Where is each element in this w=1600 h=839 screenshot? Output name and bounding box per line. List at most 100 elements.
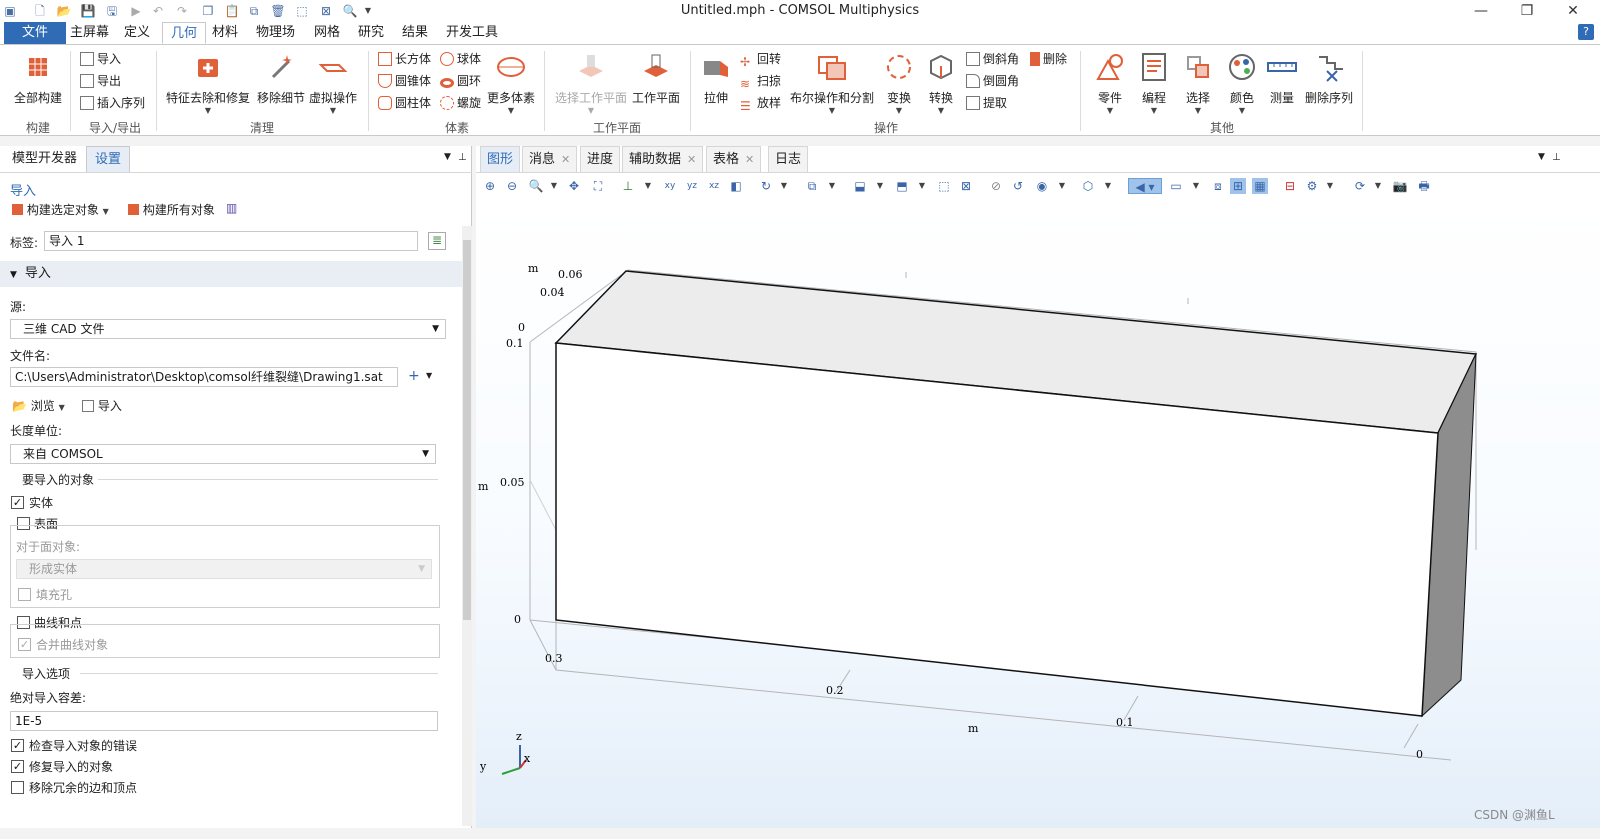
reset-hiding-icon[interactable]: ↺ — [1010, 178, 1026, 194]
form-solids-select[interactable]: 形成实体 ▼ — [16, 559, 432, 579]
browse-button[interactable]: 📂 浏览 ▼ — [12, 397, 65, 414]
add-file-dropdown-icon[interactable]: ▼ — [426, 371, 432, 380]
axis-orientation-icon[interactable]: ⊥ — [620, 178, 636, 194]
wireframe-icon[interactable]: ⬡ — [1080, 178, 1096, 194]
orientation-dropdown-icon[interactable]: ▼ — [640, 178, 656, 194]
measure-button[interactable]: 测量 — [1264, 51, 1300, 106]
tab-study[interactable]: 研究 — [350, 22, 392, 44]
zoom-box-icon[interactable]: 🔍 — [528, 178, 544, 194]
graphics-tab[interactable]: 日志 — [768, 146, 809, 172]
tab-materials[interactable]: 材料 — [204, 22, 246, 44]
more-primitives-button[interactable]: 更多体素 ▼ — [486, 51, 536, 115]
tab-model-builder[interactable]: 模型开发器 — [4, 146, 85, 172]
extract-button[interactable]: 提取 — [966, 93, 1007, 113]
defeaturing-button[interactable]: 特征去除和修复 ▼ — [164, 51, 252, 115]
abs-tolerance-input[interactable]: 1E-5 — [10, 711, 438, 731]
conversions-button[interactable]: 转换 ▼ — [922, 51, 960, 115]
view-3d-icon[interactable]: ◧ — [728, 178, 744, 194]
import-file-button[interactable]: 导入 — [82, 397, 122, 414]
tab-mesh[interactable]: 网格 — [306, 22, 348, 44]
select-dropdown-icon[interactable]: ▼ — [872, 178, 888, 194]
close-tab-icon[interactable]: ✕ — [687, 153, 696, 166]
cylinder-button[interactable]: 圆柱体 — [378, 93, 431, 113]
zoom-out-icon[interactable]: ⊖ — [504, 178, 520, 194]
clear-highlight-icon[interactable]: ⊟ — [1282, 178, 1298, 194]
programming-button[interactable]: 编程 ▼ — [1134, 51, 1174, 115]
transparency-dropdown-icon[interactable]: ▼ — [1188, 178, 1204, 194]
delete-entities-button[interactable]: 删除 — [1030, 49, 1067, 69]
sweep-button[interactable]: ≋ 扫掠 — [740, 71, 781, 91]
scrollbar-thumb[interactable] — [463, 240, 471, 620]
filename-input[interactable]: C:\Users\Administrator\Desktop\comsol纤维裂… — [10, 367, 398, 387]
graphics-tab[interactable]: 消息 ✕ — [522, 146, 578, 172]
tab-physics[interactable]: 物理场 — [248, 22, 303, 44]
graphics-tab[interactable]: 辅助数据 ✕ — [622, 146, 704, 172]
zoom-in-icon[interactable]: ⊕ — [482, 178, 498, 194]
visibility-icon[interactable]: ◉ — [1034, 178, 1050, 194]
section-import-header[interactable]: ▼ 导入 — [0, 261, 462, 287]
show-grid-icon[interactable]: ▦ — [1252, 178, 1268, 194]
domains-dropdown-icon[interactable]: ▼ — [914, 178, 930, 194]
sphere-button[interactable]: 球体 — [440, 49, 481, 69]
hide-icon[interactable]: ⊘ — [988, 178, 1004, 194]
select-domains-icon[interactable]: ⬒ — [894, 178, 910, 194]
virtual-ops-button[interactable]: 虚拟操作 ▼ — [308, 51, 358, 115]
tab-definitions[interactable]: 定义 — [116, 22, 158, 44]
add-file-icon[interactable]: + — [408, 368, 420, 384]
transparency-icon[interactable]: ▭ — [1168, 178, 1184, 194]
minimize-icon[interactable]: — — [1458, 0, 1504, 22]
close-tab-icon[interactable]: ✕ — [745, 153, 754, 166]
import-ribbon-button[interactable]: 导入 — [80, 49, 121, 69]
build-all-button[interactable]: 全部构建 — [10, 51, 66, 106]
block-button[interactable]: 长方体 — [378, 49, 431, 69]
select-work-plane-button[interactable]: 选择工作平面 ▼ — [552, 51, 630, 115]
render-dropdown-icon[interactable]: ▼ — [1322, 178, 1338, 194]
solids-checkbox[interactable]: ✓ — [11, 496, 24, 509]
build-options-icon[interactable]: ▥ — [226, 201, 237, 215]
insert-sequence-button[interactable]: 插入序列 — [80, 93, 145, 113]
rotate-icon[interactable]: ↻ — [758, 178, 774, 194]
fill-holes-checkbox[interactable] — [18, 588, 31, 601]
close-tab-icon[interactable]: ✕ — [561, 153, 570, 166]
repair-objects-checkbox[interactable]: ✓ — [11, 760, 24, 773]
view-xz-icon[interactable]: xz — [706, 178, 722, 194]
tab-developer[interactable]: 开发工具 — [438, 22, 506, 44]
loft-button[interactable]: ☰ 放样 — [740, 93, 781, 113]
show-axis-icon[interactable]: ⊞ — [1230, 178, 1246, 194]
camera-icon[interactable]: 📷 — [1392, 178, 1408, 194]
wireframe-dropdown-icon[interactable]: ▼ — [1100, 178, 1116, 194]
panel-menu-icon[interactable]: ▼ — [444, 152, 451, 162]
delete-sequence-button[interactable]: 删除序列 — [1304, 51, 1354, 106]
clear-selection-icon[interactable]: ⊠ — [958, 178, 974, 194]
helix-button[interactable]: 螺旋 — [440, 93, 481, 113]
print-icon[interactable]: 🖶 — [1416, 178, 1432, 194]
graphics-viewport[interactable]: m 0.06 0.04 0 0.1 m 0.05 0 0.3 0.2 m 0.1… — [476, 200, 1600, 828]
refresh-dropdown-icon[interactable]: ▼ — [1370, 178, 1386, 194]
parts-button[interactable]: 零件 ▼ — [1090, 51, 1130, 115]
booleans-button[interactable]: 布尔操作和分割 ▼ — [788, 51, 876, 115]
restore-icon[interactable]: ❐ — [1504, 0, 1550, 22]
refresh-icon[interactable]: ⟳ — [1352, 178, 1368, 194]
render-icon[interactable]: ⚙ — [1304, 178, 1320, 194]
build-all-objects-button[interactable]: 构建所有对象 — [128, 201, 215, 218]
tab-results[interactable]: 结果 — [394, 22, 436, 44]
view-xy-icon[interactable]: xy — [662, 178, 678, 194]
pin-icon[interactable]: ⊥ — [458, 152, 467, 163]
revolve-button[interactable]: ✢ 回转 — [740, 49, 781, 69]
visibility-dropdown-icon[interactable]: ▼ — [1054, 178, 1070, 194]
export-ribbon-button[interactable]: 导出 — [80, 71, 121, 91]
work-plane-button[interactable]: 工作平面 — [630, 51, 682, 106]
scene-light-icon[interactable]: ⧈ — [1210, 178, 1226, 194]
transforms-button[interactable]: 变换 ▼ — [880, 51, 918, 115]
tab-settings[interactable]: 设置 — [86, 146, 131, 172]
box-select-icon[interactable]: ⬚ — [936, 178, 952, 194]
help-icon[interactable]: ? — [1578, 24, 1594, 40]
tab-geometry[interactable]: 几何 — [162, 22, 207, 44]
close-icon[interactable]: ✕ — [1550, 0, 1596, 22]
tab-file[interactable]: 文件 — [4, 22, 67, 44]
cone-button[interactable]: 圆锥体 — [378, 71, 431, 91]
zoom-extents-icon[interactable]: ⛶ — [590, 178, 606, 194]
views-dropdown-icon[interactable]: ▼ — [824, 178, 840, 194]
tab-home[interactable]: 主屏幕 — [62, 22, 117, 44]
views-icon[interactable]: ⧉ — [804, 178, 820, 194]
